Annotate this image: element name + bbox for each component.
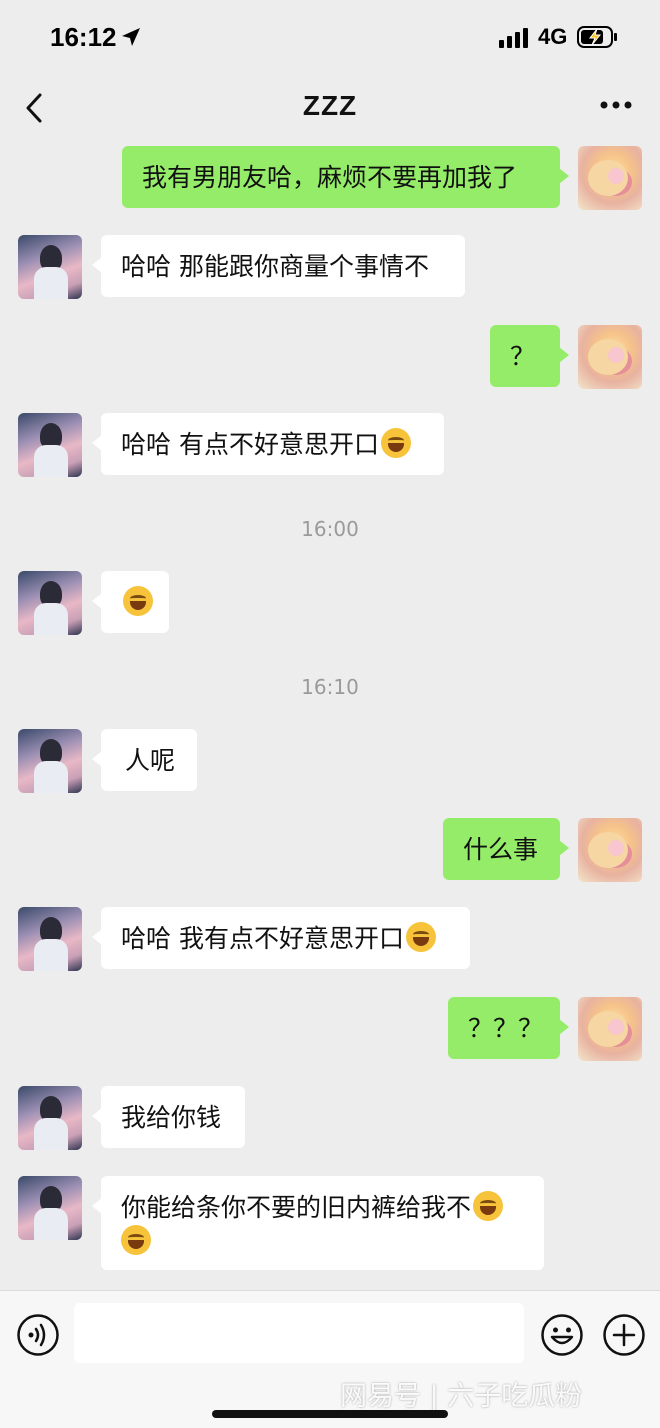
plus-icon[interactable] — [602, 1313, 646, 1357]
their-message-bubble[interactable] — [92, 571, 169, 633]
my-message-bubble[interactable]: ？ — [490, 325, 569, 387]
their-message-bubble[interactable]: 哈哈 我有点不好意思开口 — [92, 907, 470, 969]
laughing-crying-emoji-icon — [121, 1225, 151, 1255]
emoji-icon[interactable] — [540, 1313, 584, 1357]
message-text: 哈哈 那能跟你商量个事情不 — [121, 252, 429, 281]
my-message-bubble[interactable]: 我有男朋友哈，麻烦不要再加我了 — [122, 146, 569, 208]
my-avatar[interactable] — [578, 325, 642, 389]
contact-avatar[interactable] — [18, 571, 82, 635]
contact-avatar[interactable] — [18, 1176, 82, 1240]
message-text: ？ — [510, 342, 536, 371]
contact-avatar[interactable] — [18, 1086, 82, 1150]
battery-charging-icon — [577, 26, 617, 48]
their-message-bubble[interactable]: 哈哈 那能跟你商量个事情不 — [92, 235, 465, 297]
timestamp: 16:00 — [301, 517, 359, 541]
message-text: 人呢 — [125, 746, 176, 775]
location-arrow-icon — [122, 28, 140, 46]
my-message-bubble[interactable]: ？？？ — [448, 997, 569, 1059]
watermark: 网易号 | 六子吃瓜粉 — [340, 1381, 583, 1412]
their-message-bubble[interactable]: 哈哈 有点不好意思开口 — [92, 413, 444, 475]
my-avatar[interactable] — [578, 997, 642, 1061]
contact-avatar[interactable] — [18, 413, 82, 477]
message-text: ？？？ — [468, 1014, 544, 1043]
voice-icon[interactable] — [16, 1313, 60, 1357]
network-label: 4G — [538, 24, 568, 49]
status-time: 16:12 — [50, 22, 117, 52]
laughing-crying-emoji-icon — [405, 922, 436, 952]
chat-title: ZZZ — [302, 90, 358, 121]
message-text: 你能给条你不要的旧内裤给我不 — [121, 1193, 472, 1222]
their-message-bubble[interactable]: 人呢 — [92, 729, 197, 791]
my-message-bubble[interactable]: 什么事 — [443, 818, 569, 880]
laughing-crying-emoji-icon — [123, 586, 153, 616]
message-text: 什么事 — [463, 835, 539, 864]
contact-avatar[interactable] — [18, 235, 82, 299]
timestamp: 16:10 — [301, 675, 359, 699]
message-text: 我有男朋友哈，麻烦不要再加我了 — [142, 163, 518, 192]
contact-avatar[interactable] — [18, 907, 82, 971]
home-indicator — [212, 1410, 448, 1418]
laughing-crying-emoji-icon — [380, 428, 411, 458]
message-text: 哈哈 我有点不好意思开口 — [121, 924, 404, 953]
laughing-crying-emoji-icon — [473, 1191, 504, 1221]
my-avatar[interactable] — [578, 818, 642, 882]
their-message-bubble[interactable]: 你能给条你不要的旧内裤给我不 — [92, 1176, 544, 1270]
chat-header: ZZZ — [0, 78, 660, 140]
status-bar: 16:12 4G — [0, 0, 660, 78]
signal-bars-icon — [499, 28, 528, 48]
their-message-bubble[interactable]: 我给你钱 — [92, 1086, 245, 1148]
message-text: 我给你钱 — [121, 1103, 222, 1132]
contact-avatar[interactable] — [18, 729, 82, 793]
message-input[interactable] — [74, 1303, 524, 1363]
message-text: 哈哈 有点不好意思开口 — [121, 430, 379, 459]
more-icon[interactable] — [600, 100, 632, 110]
my-avatar[interactable] — [578, 146, 642, 210]
